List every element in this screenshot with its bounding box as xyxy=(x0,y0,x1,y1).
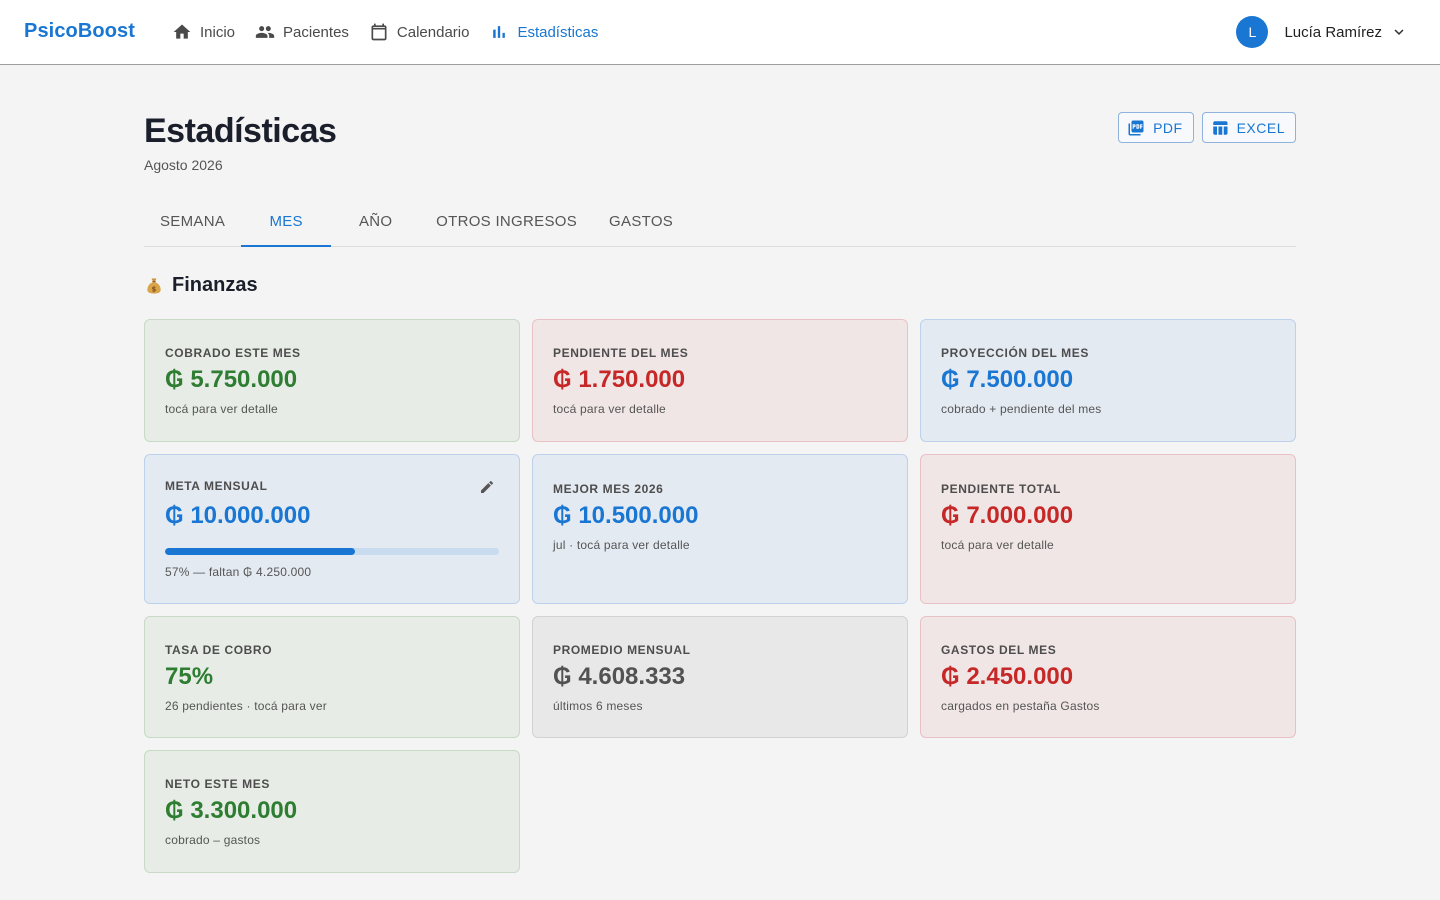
tab-ano[interactable]: AÑO xyxy=(331,197,420,246)
card-label: PENDIENTE DEL MES xyxy=(553,346,689,360)
bar-chart-icon xyxy=(493,26,506,38)
card-label: GASTOS DEL MES xyxy=(941,643,1057,657)
card-hint: últimos 6 meses xyxy=(553,699,643,713)
nav-item-label: Pacientes xyxy=(283,23,349,41)
card-hint: tocá para ver detalle xyxy=(553,402,666,416)
nav-item-estadisticas[interactable]: Estadísticas xyxy=(489,22,598,42)
period-tabs: SEMANA MES AÑO OTROS INGRESOS GASTOS xyxy=(144,197,1296,247)
card-label: PROMEDIO MENSUAL xyxy=(553,643,691,657)
card-value: ₲ 10.500.000 xyxy=(553,502,699,529)
card-label: NETO ESTE MES xyxy=(165,777,270,791)
card-value: ₲ 10.000.000 xyxy=(165,502,311,529)
card-label: PENDIENTE TOTAL xyxy=(941,482,1061,496)
svg-text:$: $ xyxy=(152,285,157,293)
user-name: Lucía Ramírez xyxy=(1284,23,1382,41)
export-pdf-button[interactable]: PDF xyxy=(1118,112,1194,143)
user-menu[interactable]: L Lucía Ramírez xyxy=(1236,16,1408,48)
card-cobrado-este-mes[interactable]: COBRADO ESTE MES ₲ 5.750.000 tocá para v… xyxy=(144,319,520,442)
card-value: ₲ 7.000.000 xyxy=(941,502,1074,529)
card-hint: cargados en pestaña Gastos xyxy=(941,699,1100,713)
goal-progress-bar xyxy=(165,548,499,555)
card-hint: cobrado – gastos xyxy=(165,833,261,847)
section-title-finanzas: $ Finanzas xyxy=(144,274,258,297)
card-label: PROYECCIÓN DEL MES xyxy=(941,346,1089,360)
card-mejor-mes[interactable]: MEJOR MES 2026 ₲ 10.500.000 jul · tocá p… xyxy=(532,454,908,604)
people-icon xyxy=(255,26,275,38)
brand-logo[interactable]: PsicoBoost xyxy=(24,20,135,43)
tab-gastos[interactable]: GASTOS xyxy=(593,197,689,246)
card-value: ₲ 4.608.333 xyxy=(553,663,686,690)
card-value: ₲ 3.300.000 xyxy=(165,797,298,824)
main-nav: Inicio Pacientes Calendario Estadísticas xyxy=(172,0,618,64)
export-excel-label: EXCEL xyxy=(1236,119,1285,136)
card-hint: jul · tocá para ver detalle xyxy=(553,538,690,552)
card-label: META MENSUAL xyxy=(165,479,268,493)
nav-item-label: Inicio xyxy=(200,23,236,41)
card-pendiente-total[interactable]: PENDIENTE TOTAL ₲ 7.000.000 tocá para ve… xyxy=(920,454,1296,604)
nav-item-label: Calendario xyxy=(396,23,470,41)
card-value: ₲ 5.750.000 xyxy=(165,366,298,393)
nav-item-inicio[interactable]: Inicio xyxy=(172,22,235,42)
tab-otros-ingresos[interactable]: OTROS INGRESOS xyxy=(420,197,593,246)
money-bag-icon: $ xyxy=(147,278,161,293)
avatar[interactable]: L xyxy=(1236,16,1269,48)
card-hint: 26 pendientes · tocá para ver xyxy=(165,699,327,713)
page-title: Estadísticas xyxy=(144,112,337,150)
card-label: MEJOR MES 2026 xyxy=(553,482,664,496)
goal-progress-fill xyxy=(165,548,356,555)
calendar-icon xyxy=(371,23,387,41)
export-excel-button[interactable]: EXCEL xyxy=(1201,112,1296,143)
card-value: ₲ 2.450.000 xyxy=(941,663,1074,690)
card-label: TASA DE COBRO xyxy=(165,643,273,657)
card-value: ₲ 7.500.000 xyxy=(941,366,1074,393)
card-hint: 57% — faltan ₲ 4.250.000 xyxy=(165,565,312,579)
card-hint: cobrado + pendiente del mes xyxy=(941,402,1102,416)
edit-icon[interactable] xyxy=(479,479,495,495)
card-tasa-de-cobro[interactable]: TASA DE COBRO 75% 26 pendientes · tocá p… xyxy=(144,616,520,738)
section-title-text: Finanzas xyxy=(172,274,258,296)
pdf-icon xyxy=(1128,120,1144,135)
card-proyeccion-del-mes[interactable]: PROYECCIÓN DEL MES ₲ 7.500.000 cobrado +… xyxy=(920,319,1296,442)
tab-mes[interactable]: MES xyxy=(241,197,332,247)
export-actions: PDF EXCEL xyxy=(1110,112,1296,143)
table-icon xyxy=(1212,120,1228,135)
card-promedio-mensual[interactable]: PROMEDIO MENSUAL ₲ 4.608.333 últimos 6 m… xyxy=(532,616,908,738)
home-icon xyxy=(173,24,191,39)
card-hint: tocá para ver detalle xyxy=(165,402,278,416)
card-label: COBRADO ESTE MES xyxy=(165,346,301,360)
chevron-down-icon[interactable] xyxy=(1390,23,1408,41)
card-gastos-del-mes[interactable]: GASTOS DEL MES ₲ 2.450.000 cargados en p… xyxy=(920,616,1296,738)
top-app-bar: PsicoBoost Inicio Pacientes Calendario E… xyxy=(0,0,1440,65)
card-meta-mensual[interactable]: META MENSUAL ₲ 10.000.000 57% — faltan ₲… xyxy=(144,454,520,604)
page-subtitle: Agosto 2026 xyxy=(144,157,223,173)
card-neto-este-mes[interactable]: NETO ESTE MES ₲ 3.300.000 cobrado – gast… xyxy=(144,750,520,873)
card-pendiente-del-mes[interactable]: PENDIENTE DEL MES ₲ 1.750.000 tocá para … xyxy=(532,319,908,442)
nav-item-label: Estadísticas xyxy=(517,23,599,41)
card-value: ₲ 1.750.000 xyxy=(553,366,686,393)
export-pdf-label: PDF xyxy=(1153,119,1183,136)
card-hint: tocá para ver detalle xyxy=(941,538,1054,552)
nav-item-calendario[interactable]: Calendario xyxy=(369,22,470,42)
card-value: 75% xyxy=(165,663,214,690)
tab-semana[interactable]: SEMANA xyxy=(144,197,241,246)
nav-item-pacientes[interactable]: Pacientes xyxy=(255,22,349,42)
